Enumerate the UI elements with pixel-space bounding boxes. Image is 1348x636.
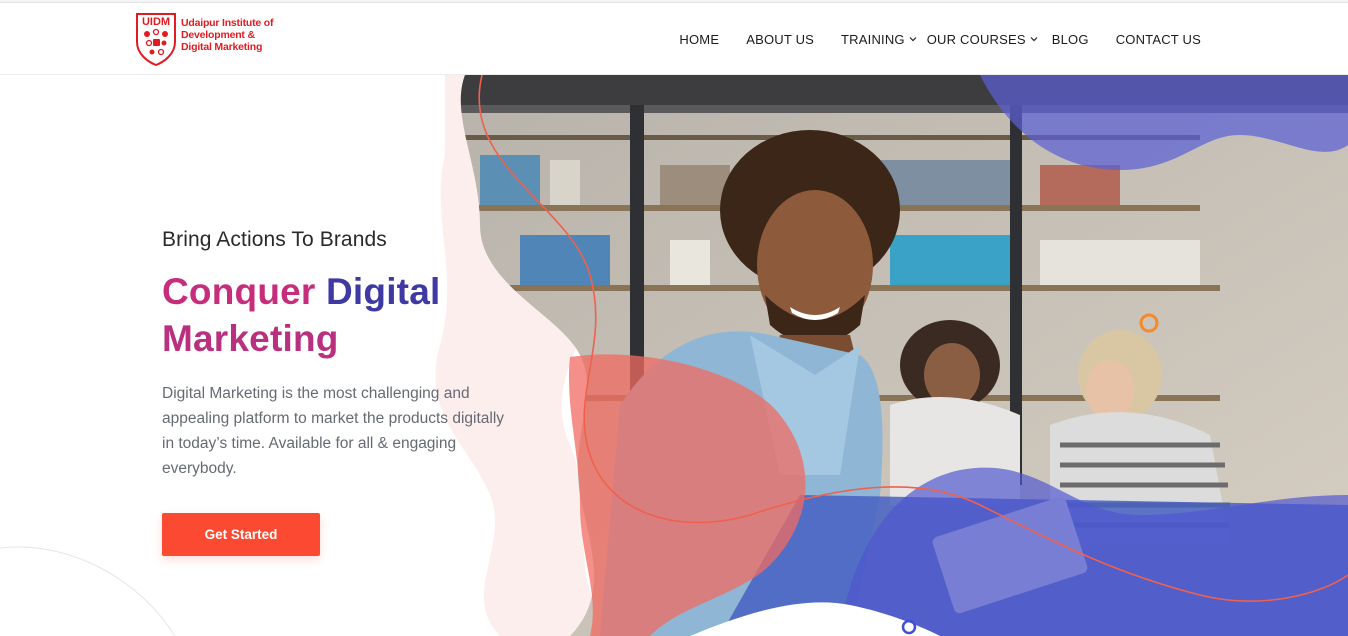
headline-word-marketing: Marketing	[162, 318, 339, 359]
site-logo[interactable]: UIDM Udaipur Institute of Development & …	[134, 12, 273, 66]
logo-name-line3: Digital Marketing	[181, 41, 263, 53]
logo-shield-icon: UIDM	[136, 13, 176, 66]
nav-home[interactable]: HOME	[679, 32, 719, 47]
logo-name-line1: Udaipur Institute of	[181, 17, 274, 29]
corner-arc-decoration	[0, 546, 176, 636]
headline-word-conquer: Conquer	[162, 271, 316, 312]
hero-description: Digital Marketing is the most challengin…	[162, 385, 505, 477]
nav-our-courses-label: OUR COURSES	[926, 31, 1026, 47]
get-started-button[interactable]: Get Started	[162, 513, 320, 556]
nav-about-us-label: ABOUT US	[746, 31, 815, 47]
nav-home-label: HOME	[679, 31, 720, 47]
hero-image	[435, 75, 1348, 636]
nav-our-courses[interactable]: OUR COURSES	[927, 32, 1038, 47]
chevron-down-icon[interactable]	[1030, 35, 1038, 43]
svg-text:UIDM: UIDM	[142, 16, 170, 28]
nav-about-us[interactable]: ABOUT US	[746, 32, 814, 47]
site-header: UIDM Udaipur Institute of Development & …	[0, 3, 1348, 75]
nav-contact-us[interactable]: CONTACT US	[1116, 32, 1201, 47]
hero-headline: Conquer Digital Marketing	[162, 268, 482, 362]
nav-blog[interactable]: BLOG	[1052, 32, 1089, 47]
hero-tagline: Bring Actions To Brands	[162, 228, 387, 251]
nav-training-label: TRAINING	[841, 31, 905, 47]
logo-name-line2: Development &	[181, 29, 255, 41]
logo-wordmark: Udaipur Institute of Development & Digit…	[181, 12, 273, 53]
nav-contact-us-label: CONTACT US	[1115, 31, 1201, 47]
headline-word-digital: Digital	[326, 271, 441, 312]
main-nav: HOME ABOUT US TRAINING OUR COURSES BLOG …	[679, 3, 1201, 75]
chevron-down-icon[interactable]	[909, 35, 917, 43]
nav-training[interactable]: TRAINING	[841, 32, 917, 47]
nav-blog-label: BLOG	[1051, 31, 1089, 47]
